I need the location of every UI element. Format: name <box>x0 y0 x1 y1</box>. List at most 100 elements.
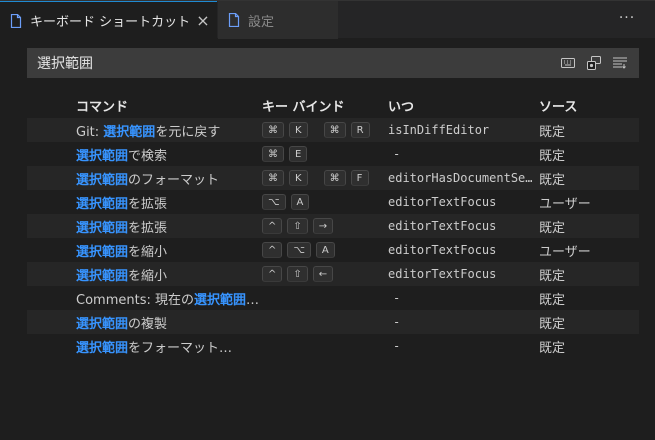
key-cap: A <box>290 194 310 210</box>
command-label: Comments: 現在の選択範囲… <box>76 289 259 308</box>
source-label: 既定 <box>539 172 566 188</box>
command-text: Git: <box>76 124 104 140</box>
key-cap: ⌘ <box>323 170 346 186</box>
key-cap: ⌥ <box>287 242 311 258</box>
command-text: をフォーマット… <box>128 340 233 356</box>
command-label: 選択範囲のフォーマット <box>76 169 219 188</box>
command-label: 選択範囲を縮小 <box>76 265 167 284</box>
keybinding: ^ ⇧ → <box>262 218 334 234</box>
key-cap: F <box>350 170 369 186</box>
source-label: 既定 <box>539 124 566 140</box>
command-text: … <box>246 292 259 308</box>
header-source[interactable]: ソース <box>539 96 577 115</box>
when-clause: editorTextFocus <box>388 267 497 281</box>
command-text: を拡張 <box>128 196 168 212</box>
search-input[interactable] <box>28 49 528 77</box>
command-match-highlight: 選択範囲 <box>76 172 129 188</box>
tab-settings[interactable]: 設定 <box>218 1 338 39</box>
table-row[interactable]: 選択範囲を縮小 ^ ⌥ AeditorTextFocus ユーザー <box>27 238 639 262</box>
when-clause: editorHasDocumentSe… <box>388 171 533 185</box>
key-cap: R <box>350 122 370 138</box>
table-row[interactable]: 選択範囲を縮小 ^ ⇧ ← editorTextFocus 既定 <box>27 262 639 286</box>
keybinding: ^ ⌥ A <box>262 242 335 258</box>
key-cap: → <box>312 218 334 234</box>
command-match-highlight: 選択範囲 <box>76 244 129 260</box>
close-icon[interactable]: × <box>195 11 211 30</box>
command-match-highlight: 選択範囲 <box>193 292 246 308</box>
table-row[interactable]: 選択範囲のフォーマット ⌘ K ⌘ FeditorHasDocumentSe… 既定 <box>27 166 639 190</box>
table-row[interactable]: Comments: 現在の選択範囲… - 既定 <box>27 286 639 310</box>
table-row[interactable]: 選択範囲をフォーマット… - 既定 <box>27 334 639 358</box>
file-icon <box>228 13 240 27</box>
command-match-highlight: 選択範囲 <box>76 148 129 164</box>
table-row[interactable]: Git: 選択範囲を元に戻す ⌘ K ⌘ RisInDiffEditor 既定 <box>27 118 639 142</box>
command-label: 選択範囲を拡張 <box>76 193 167 212</box>
command-match-highlight: 選択範囲 <box>76 340 129 356</box>
command-label: 選択範囲を縮小 <box>76 241 167 260</box>
key-cap: ^ <box>262 266 283 282</box>
keybinding: ⌥ A <box>262 194 310 210</box>
sort-by-precedence-icon[interactable] <box>612 55 628 71</box>
when-clause: editorTextFocus <box>388 219 497 233</box>
record-keys-icon[interactable] <box>586 55 602 71</box>
command-text: のフォーマット <box>128 172 220 188</box>
table-row[interactable]: 選択範囲の複製 - 既定 <box>27 310 639 334</box>
source-label: 既定 <box>539 340 566 356</box>
key-cap: ⌘ <box>262 122 284 138</box>
key-cap: ⌘ <box>262 170 284 186</box>
file-icon <box>10 13 22 28</box>
command-label: Git: 選択範囲を元に戻す <box>76 121 220 140</box>
command-label: 選択範囲の複製 <box>76 313 167 332</box>
source-label: 既定 <box>539 316 566 332</box>
key-cap: K <box>289 122 308 138</box>
source-label: ユーザー <box>539 244 591 260</box>
when-clause: - <box>393 147 401 161</box>
command-match-highlight: 選択範囲 <box>76 316 129 332</box>
key-cap: K <box>289 170 308 186</box>
command-match-highlight: 選択範囲 <box>103 124 156 140</box>
command-match-highlight: 選択範囲 <box>76 268 129 284</box>
command-match-highlight: 選択範囲 <box>76 220 129 236</box>
command-text: で検索 <box>128 148 168 164</box>
table-header: コマンド キー バインド いつ ソース <box>27 92 639 118</box>
editor-tab-bar: キーボード ショートカット × 設定 ··· <box>0 0 655 39</box>
command-match-highlight: 選択範囲 <box>76 196 129 212</box>
when-clause: - <box>393 339 401 353</box>
header-when[interactable]: いつ <box>388 96 414 115</box>
source-label: 既定 <box>539 148 566 164</box>
key-cap: ⌘ <box>323 122 346 138</box>
key-cap: ⌘ <box>262 146 284 162</box>
table-row[interactable]: 選択範囲を拡張 ⌥ AeditorTextFocus ユーザー <box>27 190 639 214</box>
key-cap: ← <box>312 266 334 282</box>
command-text: を縮小 <box>128 244 168 260</box>
when-clause: - <box>393 291 401 305</box>
more-actions-icon[interactable]: ··· <box>617 11 637 29</box>
when-clause: isInDiffEditor <box>388 123 490 137</box>
table-row[interactable]: 選択範囲を拡張 ^ ⇧ → editorTextFocus 既定 <box>27 214 639 238</box>
keybindings-table: コマンド キー バインド いつ ソース Git: 選択範囲を元に戻す ⌘ K ⌘ Ris… <box>27 92 639 358</box>
key-cap: ^ <box>262 218 283 234</box>
tab-label: キーボード ショートカット <box>30 15 191 30</box>
key-cap: ^ <box>262 242 283 258</box>
key-cap: E <box>289 146 308 162</box>
tab-label: 設定 <box>248 14 275 30</box>
keybinding: ⌘ K ⌘ F <box>262 170 369 186</box>
keyboard-icon[interactable] <box>560 55 576 71</box>
keybinding: ^ ⇧ ← <box>262 266 334 282</box>
when-clause: - <box>393 315 401 329</box>
key-cap: ⌥ <box>262 194 286 210</box>
when-clause: editorTextFocus <box>388 195 497 209</box>
key-cap: ⇧ <box>287 266 308 282</box>
header-keybinding[interactable]: キー バインド <box>262 96 345 115</box>
table-body: Git: 選択範囲を元に戻す ⌘ K ⌘ RisInDiffEditor 既定 選択範囲で検… <box>27 118 639 358</box>
table-row[interactable]: 選択範囲で検索 ⌘ E - 既定 <box>27 142 639 166</box>
command-label: 選択範囲を拡張 <box>76 217 167 236</box>
keybinding: ⌘ K ⌘ R <box>262 122 370 138</box>
command-text: を元に戻す <box>155 124 221 140</box>
source-label: 既定 <box>539 220 566 236</box>
command-text: を縮小 <box>128 268 168 284</box>
command-label: 選択範囲をフォーマット… <box>76 337 232 356</box>
tab-keyboard-shortcuts[interactable]: キーボード ショートカット × <box>0 1 217 39</box>
command-text: の複製 <box>128 316 168 332</box>
header-command[interactable]: コマンド <box>76 96 128 115</box>
